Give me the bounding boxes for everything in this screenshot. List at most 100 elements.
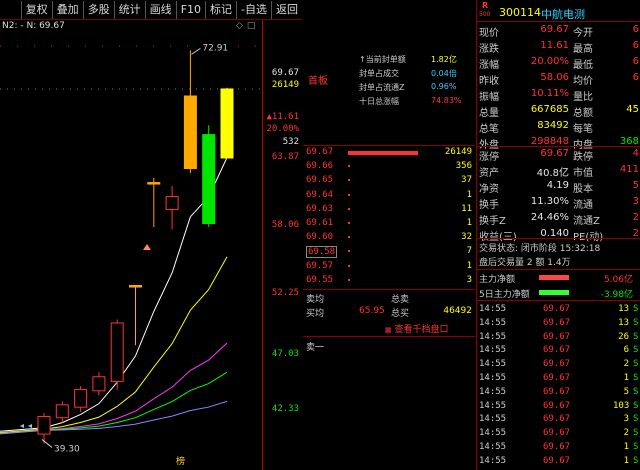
ask-one-label: 卖一 <box>306 343 325 353</box>
bid-volume: 1 <box>466 218 472 228</box>
toolbar-button[interactable]: 返回 <box>271 0 302 19</box>
tick-volume: 103 <box>613 400 630 411</box>
bid-row[interactable]: 69.63 11 <box>303 204 475 218</box>
stock-name[interactable]: 中航电测 <box>541 6 585 22</box>
bid-volume: 26149 <box>444 147 472 157</box>
tick-side: S <box>633 331 639 342</box>
field-label: 涨停 <box>479 152 499 163</box>
bid-price: 69.65 <box>306 175 334 186</box>
diamond-icon[interactable]: ◇ <box>236 21 247 31</box>
tick-volume: 1 <box>623 442 629 452</box>
field-label: 振幅 <box>479 92 499 103</box>
bid-volume-bar <box>348 250 350 253</box>
tick-time: 14:55 <box>479 373 507 383</box>
trade-summary: 卖均 总卖 买均 65.95 总买 46492 ▦ 查看千档盘口 <box>303 289 475 337</box>
buy-avg-value: 65.95 <box>359 306 385 316</box>
total-buy-label: 总买 <box>391 309 410 319</box>
bid-row[interactable]: 69.65 37 <box>303 175 475 189</box>
toolbar-button[interactable]: 多股 <box>82 0 114 19</box>
bid-price: 69.64 <box>306 189 334 200</box>
tick-side: S <box>633 317 639 328</box>
bid-price: 69.58 <box>306 246 338 259</box>
square-icon[interactable]: □ <box>247 21 260 31</box>
flow-bar <box>539 290 569 295</box>
toolbar-button[interactable]: 画线 <box>144 0 176 19</box>
candlestick-chart[interactable]: 72.91 39.30 榜 <box>0 36 262 470</box>
flow-label: 5日主力净额 <box>479 290 530 300</box>
field-value: 24.46% <box>530 212 569 223</box>
bid-volume-bar <box>348 222 350 224</box>
tick-time: 14:55 <box>479 400 507 411</box>
field-label: 资产 <box>479 168 499 179</box>
tick-time: 14:55 <box>479 317 507 328</box>
bid-price: 69.57 <box>306 260 334 271</box>
candle-body <box>183 95 197 170</box>
seal-label: 封单占成交 <box>359 69 399 78</box>
field-label: 今开 <box>573 28 593 39</box>
field-value: 6 <box>632 40 639 51</box>
toolbar-button[interactable]: 叠加 <box>51 0 83 19</box>
bid-row[interactable]: 69.64 1 <box>303 190 475 204</box>
candle-body <box>165 196 179 210</box>
bid-volume-bar <box>348 207 350 210</box>
tick-row: 14:55 69.67 1 S <box>477 373 640 386</box>
bid-row[interactable]: 69.67 26149 <box>303 147 475 161</box>
bid-price: 69.61 <box>306 218 334 228</box>
bid-row[interactable]: 69.57 1 <box>303 261 475 275</box>
buy-avg-label: 买均 <box>306 309 325 319</box>
field-value: 2 <box>632 212 639 223</box>
field-value: 5 <box>632 180 639 191</box>
toolbar-button[interactable]: 标记 <box>205 0 236 19</box>
tick-row: 14:55 69.67 103 S <box>477 401 640 414</box>
axis-price: 69.67 <box>271 68 299 78</box>
bid-volume-bar <box>348 179 350 182</box>
toolbar-button[interactable]: F10 <box>175 0 205 19</box>
tick-side: S <box>633 400 639 411</box>
sell-avg-label: 卖均 <box>306 295 325 305</box>
bid-price: 69.55 <box>306 274 334 285</box>
tick-side: S <box>633 359 639 370</box>
toolbar-button[interactable]: 统计 <box>113 0 145 19</box>
tick-price: 69.67 <box>543 442 571 452</box>
field-value: 4 <box>632 148 639 159</box>
tick-row: 14:55 69.67 26 S <box>477 332 640 345</box>
indicator-label: N2: - N: 69.67 <box>2 21 65 31</box>
field-value: 11.30% <box>530 196 569 207</box>
bid-row[interactable]: 69.55 3 <box>303 275 475 289</box>
field-value: 3 <box>632 196 639 207</box>
bid-row[interactable]: 69.61 1 <box>303 218 475 232</box>
field-label: 总额 <box>573 108 593 119</box>
tick-volume: 1 <box>623 455 629 466</box>
tick-volume: 1 <box>623 373 629 383</box>
field-label: 昨收 <box>479 76 499 87</box>
seal-value: 1.82亿 <box>431 55 457 64</box>
tick-price: 69.67 <box>543 331 571 342</box>
view-depth-link[interactable]: ▦ 查看千档盘口 <box>385 322 449 335</box>
tick-side: S <box>633 428 639 439</box>
field-value: 69.67 <box>540 148 569 159</box>
stock-header: R 500 300114 中航电测 <box>477 0 640 22</box>
tick-side: S <box>633 414 639 425</box>
tick-time: 14:55 <box>479 455 507 466</box>
toolbar-button[interactable]: 复权 <box>20 0 52 19</box>
bid-price: 69.63 <box>306 203 334 214</box>
axis-change-pct: 20.00% <box>266 124 299 134</box>
price-axis: 69.67 26149 ▲11.61 20.00% 532 63.87 58.0… <box>262 20 302 470</box>
tick-row: 14:55 69.67 13 S <box>477 304 640 317</box>
bid-volume: 1 <box>466 189 472 200</box>
total-sell-label: 总卖 <box>391 295 410 305</box>
bid-volume: 1 <box>466 260 472 271</box>
field-value: 20.00% <box>530 56 569 67</box>
field-value: 667685 <box>530 104 569 115</box>
bid-price: 69.60 <box>306 232 334 243</box>
seal-value: 0.04倍 <box>431 69 457 78</box>
candle-body <box>220 88 234 159</box>
bid-row[interactable]: 69.58 7 <box>303 246 475 260</box>
bid-row[interactable]: 69.66 356 <box>303 161 475 175</box>
toolbar-button[interactable]: -自选 <box>236 0 271 19</box>
bid-price: 69.67 <box>306 147 334 157</box>
field-value: 45 <box>626 104 639 115</box>
seal-value: 0.96% <box>431 82 457 91</box>
tick-side: S <box>633 442 639 452</box>
bid-row[interactable]: 69.60 32 <box>303 232 475 246</box>
